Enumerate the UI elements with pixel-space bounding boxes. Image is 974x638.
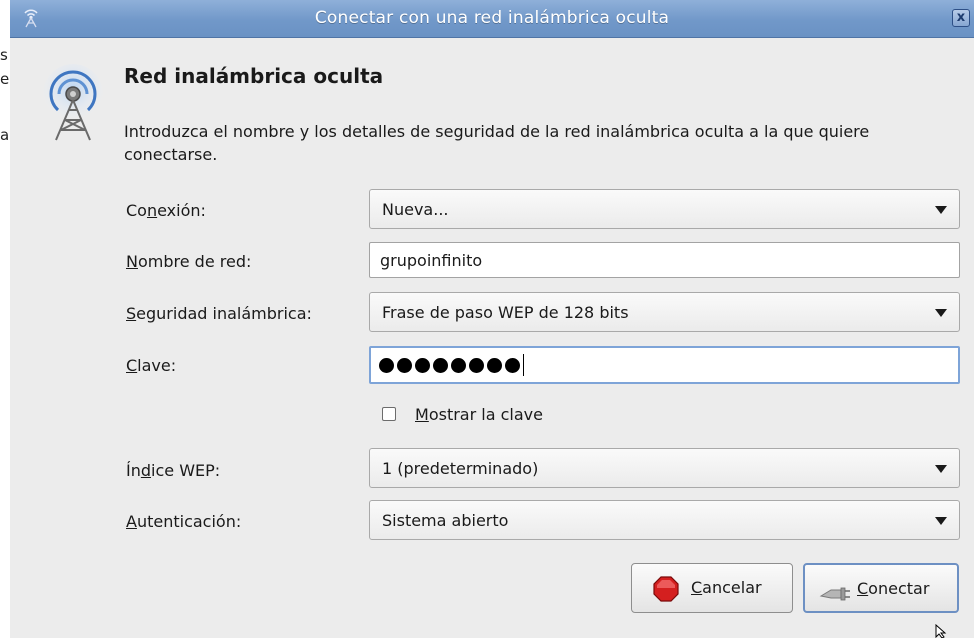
- chevron-down-icon: [935, 309, 947, 317]
- background-text-fragment: s: [0, 46, 8, 64]
- hidden-network-dialog: Conectar con una red inalámbrica oculta …: [10, 0, 974, 638]
- title-bar[interactable]: Conectar con una red inalámbrica oculta …: [10, 0, 974, 38]
- background-text-fragment: e: [0, 70, 10, 88]
- wep-index-label: Índice WEP:: [126, 461, 221, 480]
- wep-index-value: 1 (predeterminado): [382, 459, 539, 478]
- masked-key-value: [379, 354, 524, 376]
- password-dot: [469, 357, 484, 373]
- stop-icon: [653, 576, 679, 602]
- chevron-down-icon: [935, 206, 947, 214]
- connect-button[interactable]: Conectar: [803, 563, 959, 613]
- password-dot: [433, 357, 448, 373]
- authentication-label: Autenticación:: [126, 512, 242, 531]
- network-name-value: grupoinfinito: [380, 251, 483, 270]
- mouse-pointer-icon: [935, 624, 947, 638]
- network-name-label: Nombre de red:: [126, 252, 252, 271]
- key-field[interactable]: [369, 346, 960, 384]
- authentication-value: Sistema abierto: [382, 511, 509, 530]
- password-dot: [397, 357, 412, 373]
- network-name-field[interactable]: grupoinfinito: [369, 242, 960, 278]
- password-dot: [451, 357, 466, 373]
- cancel-button[interactable]: Cancelar: [631, 563, 793, 613]
- password-dot: [379, 357, 394, 373]
- plug-icon: [819, 587, 850, 601]
- chevron-down-icon: [935, 517, 947, 525]
- password-dot: [415, 357, 430, 373]
- security-value: Frase de paso WEP de 128 bits: [382, 303, 629, 322]
- show-key-checkbox[interactable]: [382, 407, 396, 421]
- text-caret: [523, 354, 524, 376]
- security-dropdown[interactable]: Frase de paso WEP de 128 bits: [369, 292, 960, 332]
- wireless-tower-icon: [43, 64, 103, 141]
- connection-value: Nueva...: [382, 200, 449, 219]
- password-dot: [505, 357, 520, 373]
- authentication-dropdown[interactable]: Sistema abierto: [369, 500, 960, 540]
- chevron-down-icon: [935, 465, 947, 473]
- dialog-description: Introduzca el nombre y los detalles de s…: [124, 122, 870, 164]
- wep-index-dropdown[interactable]: 1 (predeterminado): [369, 448, 960, 488]
- connection-dropdown[interactable]: Nueva...: [369, 189, 960, 229]
- connect-label: Conectar: [857, 579, 930, 598]
- dialog-heading: Red inalámbrica oculta: [124, 64, 384, 88]
- close-button[interactable]: x: [952, 9, 970, 27]
- password-dot: [487, 357, 502, 373]
- connection-label: Conexión:: [126, 201, 206, 220]
- key-label: Clave:: [126, 356, 177, 375]
- cancel-label: Cancelar: [691, 578, 762, 597]
- window-title: Conectar con una red inalámbrica oculta: [314, 8, 670, 28]
- show-key-label[interactable]: Mostrar la clave: [415, 405, 543, 424]
- security-label: Seguridad inalámbrica:: [126, 304, 312, 323]
